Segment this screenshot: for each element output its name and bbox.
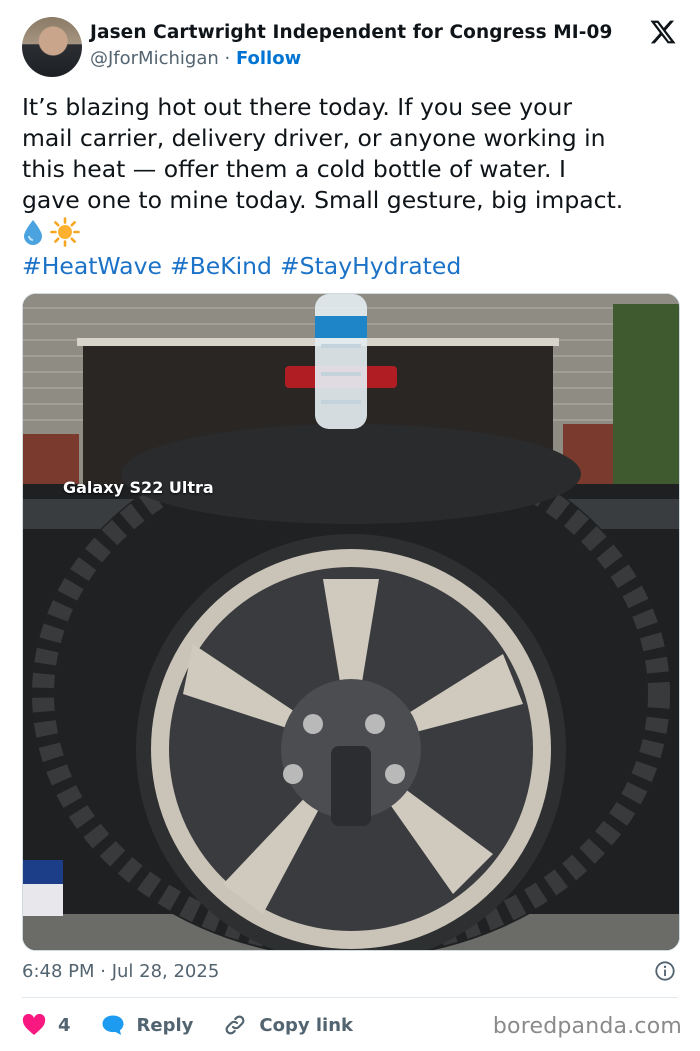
copy-link-label: Copy link xyxy=(259,1014,353,1036)
timestamp[interactable]: 6:48 PM · Jul 28, 2025 xyxy=(22,961,219,982)
tire-photo-image xyxy=(23,294,679,950)
info-icon[interactable] xyxy=(654,960,676,982)
hashtag-link[interactable]: #HeatWave xyxy=(22,252,162,280)
reply-label: Reply xyxy=(136,1014,194,1036)
camera-watermark: Galaxy S22 Ultra xyxy=(63,478,214,497)
tweet-line: It’s blazing hot out there today. If you… xyxy=(22,93,573,121)
heart-icon xyxy=(22,1014,46,1035)
tweet-card: Jasen Cartwright Independent for Congres… xyxy=(0,0,700,1051)
tweet-line: gave one to mine today. Small gesture, b… xyxy=(22,186,624,214)
author-handle[interactable]: @JforMichigan xyxy=(90,48,219,69)
like-button[interactable]: 4 xyxy=(22,1014,71,1036)
sun-icon xyxy=(50,216,80,247)
hashtag-link[interactable]: #BeKind xyxy=(170,252,272,280)
tweet-photo[interactable]: Galaxy S22 Ultra xyxy=(22,293,680,951)
boredpanda-watermark: boredpanda.com xyxy=(492,1014,682,1039)
tweet-text: It’s blazing hot out there today. If you… xyxy=(22,92,682,282)
copy-link-button[interactable]: Copy link xyxy=(223,1013,353,1037)
author-name[interactable]: Jasen Cartwright Independent for Congres… xyxy=(90,22,612,43)
tweet-line: this heat — offer them a cold bottle of … xyxy=(22,155,566,183)
follow-button[interactable]: Follow xyxy=(236,48,301,69)
emoji-row xyxy=(22,216,682,247)
action-bar: 4 Reply Copy link xyxy=(22,1012,383,1038)
link-icon xyxy=(225,1015,245,1035)
hashtag-link[interactable]: #StayHydrated xyxy=(280,252,461,280)
like-count: 4 xyxy=(58,1014,71,1036)
hashtags: #HeatWave #BeKind #StayHydrated xyxy=(22,251,682,282)
reply-bubble-icon xyxy=(102,1015,124,1035)
droplet-icon xyxy=(24,219,42,245)
x-logo-icon[interactable] xyxy=(649,18,677,46)
tweet-line: mail carrier, delivery driver, or anyone… xyxy=(22,124,606,152)
reply-button[interactable]: Reply xyxy=(101,1014,194,1036)
divider xyxy=(22,997,678,998)
avatar[interactable] xyxy=(22,17,82,77)
handle-separator: · xyxy=(218,48,236,69)
author-handle-row: @JforMichigan · Follow xyxy=(90,48,301,69)
